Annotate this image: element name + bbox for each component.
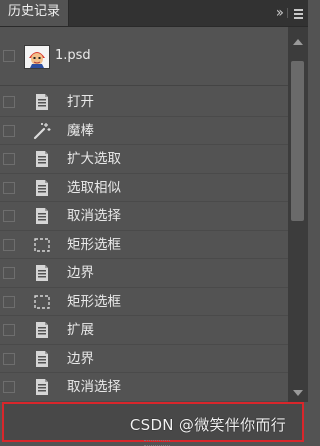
document-icon xyxy=(33,150,51,168)
scroll-up-arrow-icon[interactable] xyxy=(293,39,303,45)
document-icon xyxy=(33,179,51,197)
history-item-label: 魔棒 xyxy=(67,122,94,139)
history-source-checkbox[interactable] xyxy=(3,153,15,165)
history-item-label: 扩大选取 xyxy=(67,151,121,167)
history-item-label: 取消选择 xyxy=(67,379,121,395)
history-source-checkbox[interactable] xyxy=(3,295,15,308)
history-source-checkbox[interactable] xyxy=(3,352,15,365)
history-source-checkbox[interactable] xyxy=(3,210,15,222)
history-item[interactable]: 扩展 xyxy=(0,316,288,345)
vertical-scrollbar[interactable] xyxy=(288,27,308,402)
history-source-checkbox[interactable] xyxy=(3,96,15,108)
snapshot-label: 1.psd xyxy=(55,48,91,63)
history-item[interactable]: 矩形选框 xyxy=(0,288,288,316)
history-source-checkbox[interactable] xyxy=(3,181,15,194)
document-icon xyxy=(33,378,51,396)
snapshot-thumbnail-icon xyxy=(24,45,50,69)
marquee-icon xyxy=(33,236,51,254)
history-item[interactable]: 选取相似 xyxy=(0,174,288,202)
history-source-checkbox[interactable] xyxy=(3,238,15,251)
history-item[interactable]: 取消选择 xyxy=(0,202,288,231)
panel-menu-icon[interactable] xyxy=(287,8,304,19)
history-source-checkbox[interactable] xyxy=(3,324,15,336)
history-item[interactable]: 边界 xyxy=(0,259,288,288)
document-icon xyxy=(33,321,51,339)
watermark: CSDN @微笑伴你而行 xyxy=(129,416,286,434)
history-item-label: 边界 xyxy=(67,350,94,367)
history-item[interactable]: 扩大选取 xyxy=(0,145,288,174)
panel-controls: ›› xyxy=(276,0,304,26)
scrollbar-thumb[interactable] xyxy=(291,61,304,221)
history-item[interactable]: 取消选择 xyxy=(0,373,288,402)
document-icon xyxy=(33,264,51,282)
magic-wand-icon xyxy=(33,122,51,140)
document-icon xyxy=(33,207,51,225)
history-item-label: 选取相似 xyxy=(67,179,121,196)
marquee-icon xyxy=(33,293,51,311)
history-item[interactable]: 打开 xyxy=(0,88,288,117)
panel-bottom-bar: CSDN @微笑伴你而行 xyxy=(2,402,304,446)
collapse-panel-icon[interactable]: ›› xyxy=(276,5,284,21)
history-item-label: 矩形选框 xyxy=(67,236,121,253)
panel-tab-bar: 历史记录 ›› xyxy=(0,0,308,27)
history-source-checkbox[interactable] xyxy=(3,124,15,137)
history-item-label: 取消选择 xyxy=(67,208,121,224)
history-source-checkbox[interactable] xyxy=(3,267,15,279)
scroll-down-arrow-icon[interactable] xyxy=(293,390,303,396)
tab-history[interactable]: 历史记录 xyxy=(0,0,69,26)
snapshot-row[interactable]: 1.psd xyxy=(0,27,288,86)
history-item[interactable]: 魔棒 xyxy=(0,117,288,145)
history-source-checkbox[interactable] xyxy=(3,381,15,393)
document-icon xyxy=(33,93,51,111)
history-list: 打开 魔棒 扩大选取 选取相似 取消选择 矩形选框 边界 矩形选框 扩展 边界 取消选择 xyxy=(0,88,288,402)
history-item-label: 边界 xyxy=(67,265,94,281)
history-item-label: 打开 xyxy=(67,94,94,110)
history-item[interactable]: 边界 xyxy=(0,345,288,373)
document-icon xyxy=(33,350,51,368)
history-item-label: 矩形选框 xyxy=(67,293,121,310)
history-item-label: 扩展 xyxy=(67,322,94,338)
snapshot-source-checkbox[interactable] xyxy=(3,50,15,62)
history-item[interactable]: 矩形选框 xyxy=(0,231,288,259)
resize-grip-icon[interactable] xyxy=(144,440,170,446)
